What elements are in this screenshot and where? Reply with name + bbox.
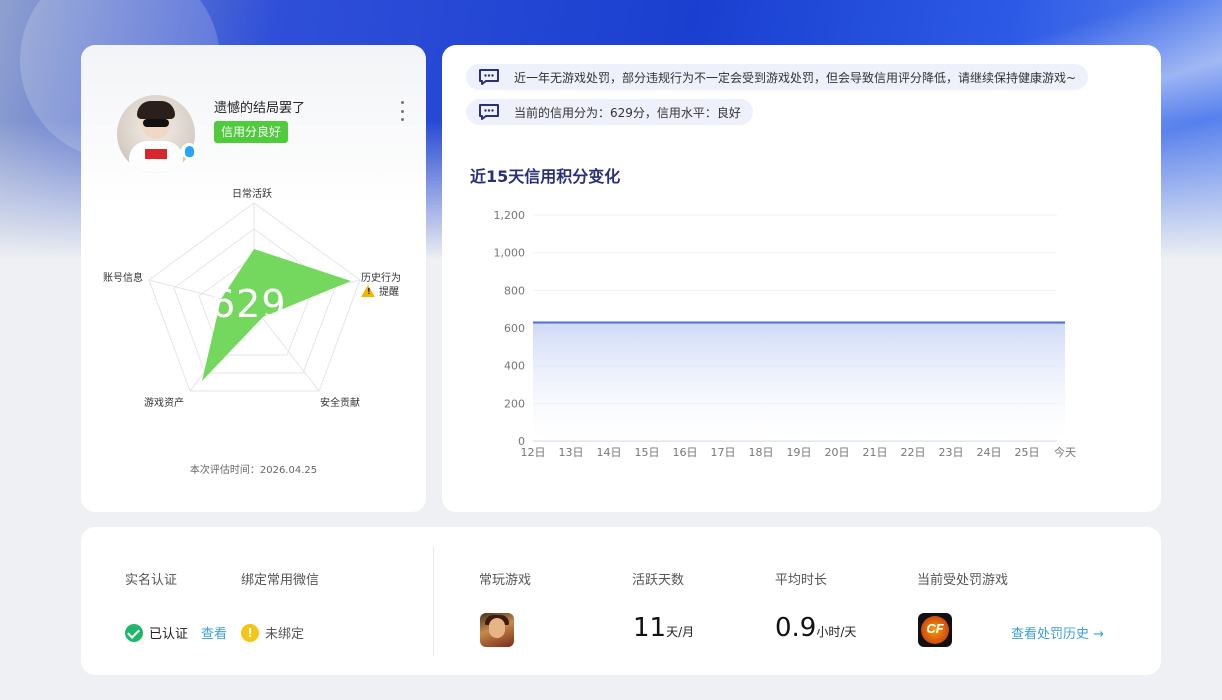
history-warning[interactable]: ! 提醒 bbox=[361, 283, 399, 298]
x-tick-label: 17日 bbox=[711, 446, 736, 459]
radar-label-history: 历史行为 bbox=[361, 273, 401, 284]
x-tick-label: 15日 bbox=[635, 446, 660, 459]
x-tick-label: 21日 bbox=[863, 446, 888, 459]
x-tick-label: 16日 bbox=[673, 446, 698, 459]
x-tick-label: 24日 bbox=[977, 446, 1002, 459]
wechat-status-text: 未绑定 bbox=[265, 627, 305, 642]
realname-label: 实名认证 bbox=[125, 573, 178, 588]
warning-circle-icon: ! bbox=[241, 623, 259, 642]
y-tick-label: 1,200 bbox=[494, 209, 526, 222]
honor-of-kings-game-icon[interactable] bbox=[480, 613, 514, 647]
penalty-history-link[interactable]: 查看处罚历史 → bbox=[1011, 623, 1104, 642]
radar-label-assets: 游戏资产 bbox=[144, 398, 184, 409]
x-tick-label: 13日 bbox=[559, 446, 584, 459]
realname-status-text: 已认证 bbox=[149, 627, 189, 642]
radar-label-account: 账号信息 bbox=[103, 273, 143, 284]
credit-score: 629 bbox=[211, 282, 287, 326]
profile-card: 遗憾的结局罢了 信用分良好 629 日常活跃 历史行为 ! 提醒 安全贡献 游戏… bbox=[81, 45, 426, 512]
wechat-status: ! 未绑定 bbox=[241, 623, 304, 642]
x-tick-label: 22日 bbox=[901, 446, 926, 459]
realname-status: 已认证 查看 bbox=[125, 623, 227, 642]
x-tick-label: 20日 bbox=[825, 446, 850, 459]
penalty-game-label: 当前受处罚游戏 bbox=[917, 573, 1009, 588]
wechat-label: 绑定常用微信 bbox=[241, 573, 320, 588]
credit-trend-chart: 02004006008001,0001,20012日 13日 14日 15日 16日 17… bbox=[494, 209, 1077, 459]
avg-time-unit: 小时/天 bbox=[816, 625, 857, 639]
active-days-value: 11 bbox=[633, 613, 667, 643]
active-days: 11天/月 bbox=[633, 613, 694, 643]
radar-label-daily: 日常活跃 bbox=[232, 189, 272, 200]
crossfire-game-icon[interactable]: CF bbox=[918, 613, 952, 647]
active-days-label: 活跃天数 bbox=[632, 573, 685, 588]
x-tick-label: 23日 bbox=[939, 446, 964, 459]
avg-time: 0.9小时/天 bbox=[775, 613, 856, 643]
y-tick-label: 200 bbox=[504, 397, 525, 410]
warning-icon: ! bbox=[361, 284, 375, 297]
active-days-unit: 天/月 bbox=[666, 625, 695, 639]
x-tick-label: 19日 bbox=[787, 446, 812, 459]
account-summary-card: 实名认证 绑定常用微信 已认证 查看 ! 未绑定 常玩游戏 活跃天数 平均时长 … bbox=[81, 527, 1161, 675]
fav-game-label: 常玩游戏 bbox=[479, 573, 532, 588]
divider bbox=[433, 547, 434, 655]
evaluation-time: 本次评估时间：2026.04.25 bbox=[189, 465, 318, 476]
credit-trend-card: 近一年无游戏处罚，部分违规行为不一定会受到游戏处罚，但会导致信用评分降低，请继续… bbox=[442, 45, 1161, 512]
y-tick-label: 400 bbox=[504, 360, 525, 373]
warning-label: 提醒 bbox=[379, 287, 399, 298]
x-tick-label: 14日 bbox=[597, 446, 622, 459]
y-tick-label: 800 bbox=[504, 284, 525, 297]
avg-time-label: 平均时长 bbox=[775, 573, 828, 588]
avg-time-value: 0.9 bbox=[775, 613, 817, 643]
y-tick-label: 1,000 bbox=[494, 247, 526, 260]
x-tick-label: 今天 bbox=[1054, 445, 1076, 459]
series-area bbox=[533, 322, 1065, 441]
y-tick-label: 600 bbox=[504, 322, 525, 335]
x-tick-label: 12日 bbox=[521, 446, 546, 459]
check-icon bbox=[125, 623, 143, 642]
view-realname-link[interactable]: 查看 bbox=[201, 623, 227, 642]
x-tick-label: 25日 bbox=[1015, 446, 1040, 459]
x-tick-label: 18日 bbox=[749, 446, 774, 459]
radar-label-security: 安全贡献 bbox=[320, 398, 360, 409]
